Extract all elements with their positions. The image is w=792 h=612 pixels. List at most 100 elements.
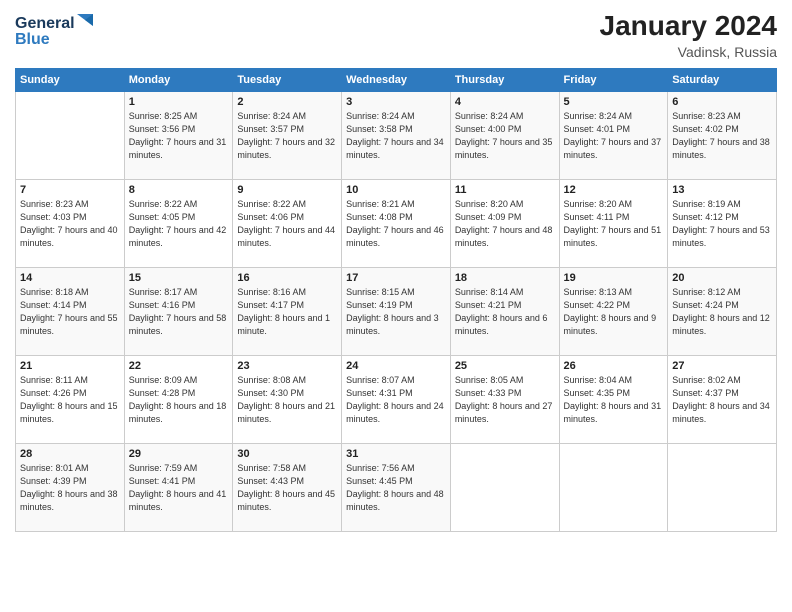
calendar-cell: 24Sunrise: 8:07 AMSunset: 4:31 PMDayligh… — [342, 356, 451, 444]
daylight-text: Daylight: 8 hours and 48 minutes. — [346, 488, 446, 514]
cell-content: Sunrise: 8:22 AMSunset: 4:06 PMDaylight:… — [237, 198, 337, 250]
sunset-text: Sunset: 4:41 PM — [129, 475, 229, 488]
daylight-text: Daylight: 8 hours and 41 minutes. — [129, 488, 229, 514]
sunrise-text: Sunrise: 8:22 AM — [237, 198, 337, 211]
daylight-text: Daylight: 7 hours and 31 minutes. — [129, 136, 229, 162]
calendar-cell — [16, 92, 125, 180]
cell-content: Sunrise: 7:59 AMSunset: 4:41 PMDaylight:… — [129, 462, 229, 514]
day-number: 31 — [346, 448, 446, 460]
sunrise-text: Sunrise: 8:01 AM — [20, 462, 120, 475]
calendar-cell: 20Sunrise: 8:12 AMSunset: 4:24 PMDayligh… — [668, 268, 777, 356]
day-number: 25 — [455, 360, 555, 372]
sunrise-text: Sunrise: 8:11 AM — [20, 374, 120, 387]
calendar-cell: 31 Sunrise: 7:56 AMSunset: 4:45 PMDayligh… — [342, 444, 451, 532]
sunset-text: Sunset: 4:00 PM — [455, 123, 555, 136]
sunset-text: Sunset: 4:06 PM — [237, 211, 337, 224]
sunset-text: Sunset: 4:21 PM — [455, 299, 555, 312]
daylight-text: Daylight: 7 hours and 38 minutes. — [672, 136, 772, 162]
sunrise-text: Sunrise: 7:58 AM — [237, 462, 337, 475]
cell-content: Sunrise: 8:25 AMSunset: 3:56 PMDaylight:… — [129, 110, 229, 162]
cell-content: Sunrise: 8:04 AMSunset: 4:35 PMDaylight:… — [564, 374, 664, 426]
day-number: 28 — [20, 448, 120, 460]
calendar-cell: 4 Sunrise: 8:24 AMSunset: 4:00 PMDaylight… — [450, 92, 559, 180]
sunrise-text: Sunrise: 8:09 AM — [129, 374, 229, 387]
day-number: 17 — [346, 272, 446, 284]
cell-content: Sunrise: 8:24 AMSunset: 4:00 PMDaylight:… — [455, 110, 555, 162]
calendar-cell: 16Sunrise: 8:16 AMSunset: 4:17 PMDayligh… — [233, 268, 342, 356]
header-monday: Monday — [124, 69, 233, 92]
cell-content: Sunrise: 8:21 AMSunset: 4:08 PMDaylight:… — [346, 198, 446, 250]
sunset-text: Sunset: 3:57 PM — [237, 123, 337, 136]
logo: General Blue — [15, 10, 105, 48]
header-wednesday: Wednesday — [342, 69, 451, 92]
sunrise-text: Sunrise: 8:24 AM — [237, 110, 337, 123]
sunset-text: Sunset: 4:12 PM — [672, 211, 772, 224]
day-number: 5 — [564, 96, 664, 108]
calendar-cell — [450, 444, 559, 532]
sunrise-text: Sunrise: 8:20 AM — [455, 198, 555, 211]
sunrise-text: Sunrise: 8:05 AM — [455, 374, 555, 387]
calendar-week-3: 21Sunrise: 8:11 AMSunset: 4:26 PMDayligh… — [16, 356, 777, 444]
day-number: 6 — [672, 96, 772, 108]
day-number: 4 — [455, 96, 555, 108]
day-number: 13 — [672, 184, 772, 196]
sunset-text: Sunset: 4:17 PM — [237, 299, 337, 312]
sunset-text: Sunset: 4:01 PM — [564, 123, 664, 136]
daylight-text: Daylight: 8 hours and 3 minutes. — [346, 312, 446, 338]
calendar-week-1: 7Sunrise: 8:23 AMSunset: 4:03 PMDaylight… — [16, 180, 777, 268]
calendar-cell: 1 Sunrise: 8:25 AMSunset: 3:56 PMDaylight… — [124, 92, 233, 180]
day-number: 14 — [20, 272, 120, 284]
sunrise-text: Sunrise: 8:20 AM — [564, 198, 664, 211]
day-number: 1 — [129, 96, 229, 108]
day-number: 12 — [564, 184, 664, 196]
calendar-cell: 21Sunrise: 8:11 AMSunset: 4:26 PMDayligh… — [16, 356, 125, 444]
cell-content: Sunrise: 8:24 AMSunset: 3:57 PMDaylight:… — [237, 110, 337, 162]
day-number: 11 — [455, 184, 555, 196]
sunrise-text: Sunrise: 8:25 AM — [129, 110, 229, 123]
sunset-text: Sunset: 4:37 PM — [672, 387, 772, 400]
day-number: 24 — [346, 360, 446, 372]
daylight-text: Daylight: 8 hours and 38 minutes. — [20, 488, 120, 514]
cell-content: Sunrise: 8:09 AMSunset: 4:28 PMDaylight:… — [129, 374, 229, 426]
cell-content: Sunrise: 8:23 AMSunset: 4:02 PMDaylight:… — [672, 110, 772, 162]
daylight-text: Daylight: 8 hours and 18 minutes. — [129, 400, 229, 426]
sunrise-text: Sunrise: 8:24 AM — [346, 110, 446, 123]
daylight-text: Daylight: 8 hours and 12 minutes. — [672, 312, 772, 338]
calendar-body: 1Sunrise: 8:25 AMSunset: 3:56 PMDaylight… — [16, 92, 777, 532]
cell-content: Sunrise: 8:01 AMSunset: 4:39 PMDaylight:… — [20, 462, 120, 514]
cell-content: Sunrise: 7:56 AMSunset: 4:45 PMDaylight:… — [346, 462, 446, 514]
sunrise-text: Sunrise: 8:14 AM — [455, 286, 555, 299]
calendar-cell: 14Sunrise: 8:18 AMSunset: 4:14 PMDayligh… — [16, 268, 125, 356]
sunrise-text: Sunrise: 8:19 AM — [672, 198, 772, 211]
sunset-text: Sunset: 3:56 PM — [129, 123, 229, 136]
day-number: 30 — [237, 448, 337, 460]
calendar-cell: 28 Sunrise: 8:01 AMSunset: 4:39 PMDayligh… — [16, 444, 125, 532]
calendar-cell: 2Sunrise: 8:24 AMSunset: 3:57 PMDaylight… — [233, 92, 342, 180]
day-number: 22 — [129, 360, 229, 372]
calendar-week-2: 14Sunrise: 8:18 AMSunset: 4:14 PMDayligh… — [16, 268, 777, 356]
sunrise-text: Sunrise: 8:16 AM — [237, 286, 337, 299]
sunrise-text: Sunrise: 8:24 AM — [455, 110, 555, 123]
sunset-text: Sunset: 4:33 PM — [455, 387, 555, 400]
daylight-text: Daylight: 8 hours and 34 minutes. — [672, 400, 772, 426]
title-block: January 2024 Vadinsk, Russia — [600, 10, 777, 60]
day-number: 10 — [346, 184, 446, 196]
header-friday: Friday — [559, 69, 668, 92]
daylight-text: Daylight: 7 hours and 55 minutes. — [20, 312, 120, 338]
day-number: 18 — [455, 272, 555, 284]
sunrise-text: Sunrise: 8:23 AM — [20, 198, 120, 211]
svg-text:Blue: Blue — [15, 31, 50, 48]
sunset-text: Sunset: 4:39 PM — [20, 475, 120, 488]
cell-content: Sunrise: 8:14 AMSunset: 4:21 PMDaylight:… — [455, 286, 555, 338]
sunrise-text: Sunrise: 8:17 AM — [129, 286, 229, 299]
sunset-text: Sunset: 4:43 PM — [237, 475, 337, 488]
sunrise-text: Sunrise: 8:18 AM — [20, 286, 120, 299]
daylight-text: Daylight: 7 hours and 32 minutes. — [237, 136, 337, 162]
daylight-text: Daylight: 7 hours and 51 minutes. — [564, 224, 664, 250]
daylight-text: Daylight: 8 hours and 45 minutes. — [237, 488, 337, 514]
sunrise-text: Sunrise: 8:22 AM — [129, 198, 229, 211]
daylight-text: Daylight: 7 hours and 40 minutes. — [20, 224, 120, 250]
cell-content: Sunrise: 8:22 AMSunset: 4:05 PMDaylight:… — [129, 198, 229, 250]
calendar-cell: 22 Sunrise: 8:09 AMSunset: 4:28 PMDayligh… — [124, 356, 233, 444]
sunrise-text: Sunrise: 8:23 AM — [672, 110, 772, 123]
